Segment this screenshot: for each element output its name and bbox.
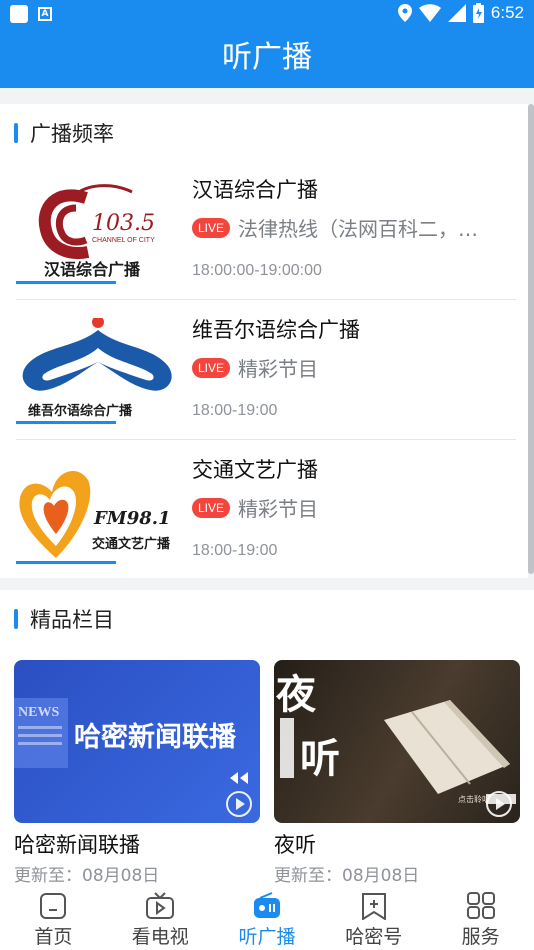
- nav-label: 看电视: [131, 926, 189, 948]
- program-title: 法律热线（法网百科二，…: [238, 217, 478, 241]
- nav-label: 服务: [461, 926, 500, 948]
- live-badge: LIVE: [192, 218, 230, 238]
- section-accent-bar: [14, 609, 18, 629]
- column-thumbnail[interactable]: 夜 听 点击聆听: [274, 660, 520, 823]
- logo-label: 汉语综合广播: [44, 260, 141, 279]
- news-badge: NEWS: [18, 705, 59, 720]
- program-time: 18:00-19:00: [192, 402, 278, 419]
- radio-section: 广播频率 103.5 CHANNEL OF CITY 汉语综合广播 汉语综合广播…: [0, 104, 528, 578]
- nav-item-tv[interactable]: 看电视: [107, 884, 214, 950]
- thumbnail-title-1: 夜: [275, 671, 317, 718]
- page-title: 听广播: [0, 28, 534, 88]
- logo-subtext: CHANNEL OF CITY: [92, 237, 155, 244]
- section-header: 广播频率: [14, 118, 114, 148]
- tv-icon: [146, 892, 175, 919]
- nav-item-home[interactable]: 首页: [0, 884, 107, 950]
- station-logo: 103.5 CHANNEL OF CITY 汉语综合广播: [16, 178, 178, 284]
- program-title: 精彩节目: [238, 357, 318, 381]
- signal-icon: [447, 4, 466, 22]
- logo-frequency: FM98.1: [93, 508, 171, 529]
- nav-item-radio[interactable]: 听广播: [214, 884, 321, 950]
- notification-icon: [10, 5, 28, 23]
- live-badge: LIVE: [192, 498, 230, 518]
- grid-icon: [466, 892, 495, 919]
- nav-item-service[interactable]: 服务: [427, 884, 534, 950]
- scrollbar[interactable]: [528, 104, 534, 574]
- column-update: 更新至：08月08日: [14, 866, 160, 886]
- column-title: 哈密新闻联播: [14, 833, 140, 857]
- station-name: 交通文艺广播: [192, 458, 318, 482]
- station-name: 汉语综合广播: [192, 178, 318, 202]
- bookmark-plus-icon: [361, 893, 386, 920]
- nav-label: 首页: [34, 926, 73, 948]
- column-card[interactable]: NEWS 哈密新闻联播 哈密新闻联播 更新至：08月08日: [14, 660, 260, 886]
- station-logo: FM98.1 交通文艺广播: [16, 458, 178, 564]
- column-card[interactable]: 夜 听 点击聆听 夜听 更新至：08月08日: [274, 660, 520, 886]
- thumbnail-title-2: 听: [300, 735, 340, 782]
- thumbnail-title: 哈密新闻联播: [74, 721, 237, 753]
- column-title: 夜听: [274, 833, 316, 857]
- logo-label: 交通文艺广播: [92, 536, 171, 552]
- logo-label: 维吾尔语综合广播: [28, 403, 133, 419]
- radio-item[interactable]: 103.5 CHANNEL OF CITY 汉语综合广播 汉语综合广播 LIVE…: [16, 160, 516, 300]
- station-logo: 维吾尔语综合广播: [16, 316, 178, 424]
- play-icon[interactable]: [226, 791, 252, 817]
- nav-label: 听广播: [238, 926, 296, 948]
- logo-frequency: 103.5: [92, 211, 155, 236]
- logo-underline: [16, 421, 116, 424]
- battery-icon: [472, 3, 484, 23]
- nav-label: 哈密号: [345, 926, 403, 948]
- section-accent-bar: [14, 123, 18, 143]
- logo-underline: [16, 281, 116, 284]
- bottom-navigation: 首页 看电视 听广播 哈密号 服务: [0, 884, 534, 950]
- app-notification-icon: A: [38, 7, 52, 21]
- logo-underline: [16, 561, 116, 564]
- radio-item[interactable]: 维吾尔语综合广播 维吾尔语综合广播 LIVE 精彩节目 18:00-19:00: [16, 300, 516, 440]
- status-bar: A 6:52: [0, 0, 534, 28]
- home-icon: [40, 893, 67, 919]
- section-header: 精品栏目: [14, 604, 114, 634]
- radio-icon: [253, 892, 280, 918]
- program-title: 精彩节目: [238, 497, 318, 521]
- live-badge: LIVE: [192, 358, 230, 378]
- column-update: 更新至：08月08日: [274, 866, 420, 886]
- section-title: 精品栏目: [30, 608, 114, 632]
- radio-item[interactable]: FM98.1 交通文艺广播 交通文艺广播 LIVE 精彩节目 18:00-19:…: [16, 440, 516, 580]
- section-title: 广播频率: [30, 122, 114, 146]
- station-name: 维吾尔语综合广播: [192, 318, 360, 342]
- clock: 6:52: [490, 3, 524, 22]
- column-thumbnail[interactable]: NEWS 哈密新闻联播: [14, 660, 260, 823]
- nav-item-hami[interactable]: 哈密号: [320, 884, 427, 950]
- program-time: 18:00:00-19:00:00: [192, 262, 322, 279]
- play-icon[interactable]: [486, 791, 512, 817]
- program-time: 18:00-19:00: [192, 542, 278, 559]
- wifi-icon: [418, 4, 441, 22]
- location-icon: [397, 4, 412, 22]
